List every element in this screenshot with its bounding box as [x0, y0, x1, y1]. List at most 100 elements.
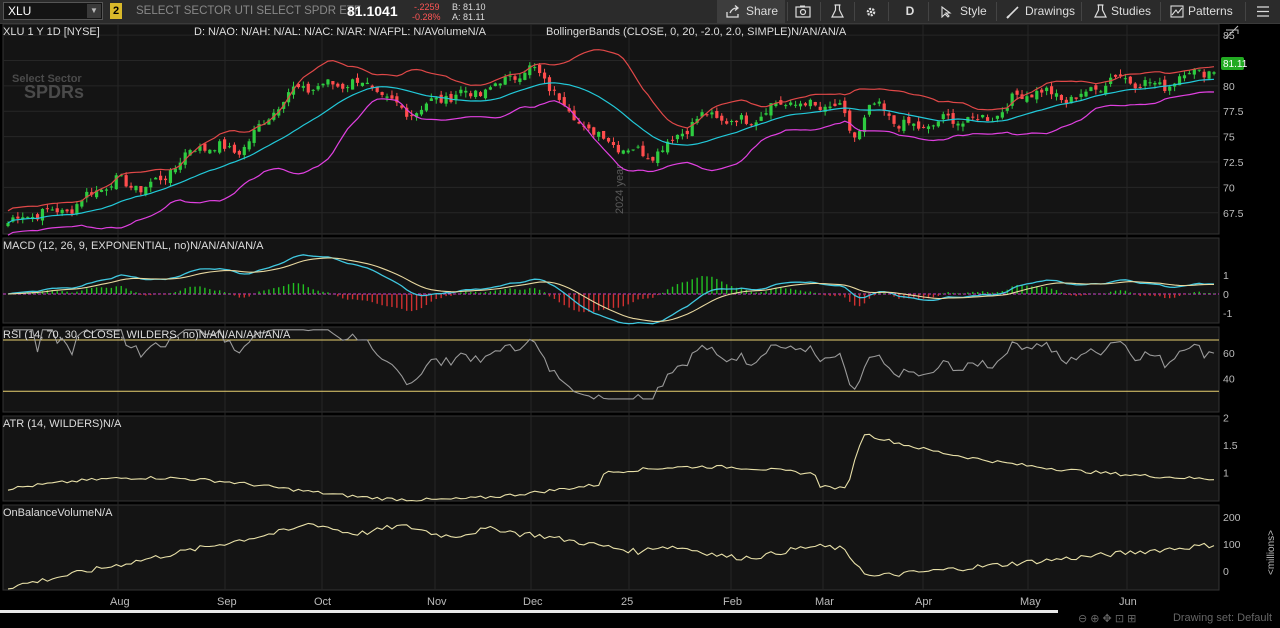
symbol-selector[interactable]: ▼ — [3, 2, 103, 20]
candle-body — [651, 156, 655, 161]
candle-body — [139, 186, 143, 193]
candle-body — [16, 216, 20, 219]
beaker-icon — [1094, 4, 1107, 18]
zoom-icons[interactable]: ⊖ ⊕ ✥ ⊡ ⊞ — [1078, 612, 1136, 625]
candle-body — [803, 103, 808, 106]
gear-icon — [866, 7, 876, 17]
candle-body — [523, 72, 527, 80]
candle-body — [1133, 83, 1137, 89]
candle-body — [1128, 76, 1132, 84]
settings-button[interactable] — [858, 0, 884, 23]
candle-body — [247, 141, 251, 150]
x-axis-label: Jun — [1119, 596, 1137, 608]
snapshot-button[interactable] — [790, 0, 816, 23]
candle-body — [670, 139, 675, 141]
year-marker: 2024 year — [614, 165, 626, 214]
candle-body — [597, 132, 601, 137]
candle-body — [981, 114, 985, 118]
candle-body — [926, 126, 931, 129]
candle-body — [907, 116, 911, 124]
x-axis-label: Mar — [815, 596, 834, 608]
price-panel[interactable] — [2, 24, 1220, 235]
candle-body — [848, 110, 852, 131]
candle-body — [375, 87, 379, 92]
menu-button[interactable] — [1252, 0, 1276, 23]
candle-body — [917, 121, 921, 129]
macd-y-tick: -1 — [1223, 308, 1232, 320]
candle-body — [469, 93, 473, 97]
candle-body — [444, 95, 448, 104]
candle-body — [129, 185, 133, 188]
drawings-button[interactable]: Drawings — [1003, 0, 1077, 23]
candle-body — [429, 98, 433, 102]
patterns-button[interactable]: Patterns — [1168, 0, 1234, 23]
candle-body — [321, 83, 325, 86]
candle-body — [326, 79, 330, 85]
bid-price: B: 81.10 — [452, 2, 486, 12]
candle-body — [1064, 99, 1068, 104]
candle-body — [951, 113, 955, 124]
style-button[interactable]: Style — [934, 0, 992, 23]
candle-body — [818, 106, 822, 110]
candle-body — [611, 142, 616, 146]
atr-panel[interactable] — [2, 415, 1220, 502]
price-panel-title: XLU 1 Y 1D [NYSE] — [3, 26, 100, 38]
candle-body — [252, 129, 256, 143]
candle-body — [798, 103, 803, 107]
candle-body — [365, 82, 369, 85]
pencil-icon — [1006, 6, 1019, 19]
chart-area[interactable]: Select Sector SPDRs 2024 year 8582.58077… — [0, 24, 1280, 614]
candle-body — [65, 209, 69, 212]
candle-body — [1168, 86, 1172, 91]
candle-body — [360, 82, 365, 86]
atr-y-tick: 1 — [1223, 467, 1229, 479]
candle-body — [410, 115, 414, 117]
symbol-input[interactable] — [8, 4, 88, 18]
aggregation-button[interactable]: D — [897, 0, 923, 23]
patterns-icon — [1170, 5, 1184, 18]
candle-body — [508, 75, 512, 77]
candle-body — [301, 86, 305, 88]
candle-body — [1202, 71, 1206, 78]
candle-body — [956, 123, 960, 126]
price-y-tick: 70 — [1223, 182, 1235, 194]
candle-body — [764, 113, 768, 115]
candle-body — [513, 76, 517, 80]
x-axis-label: May — [1020, 596, 1041, 608]
candle-body — [675, 134, 680, 140]
candle-body — [1143, 80, 1147, 86]
link-group-badge[interactable]: 2 — [110, 3, 122, 19]
candle-body — [843, 100, 847, 114]
patterns-label: Patterns — [1188, 4, 1233, 18]
candle-body — [646, 158, 650, 160]
studies-button[interactable]: Studies — [1091, 0, 1153, 23]
horizontal-scrollbar[interactable] — [0, 610, 1058, 613]
candle-body — [985, 117, 990, 121]
flask-button[interactable] — [824, 0, 850, 23]
cursor-icon — [941, 6, 952, 18]
candle-body — [104, 189, 109, 191]
obv-y-tick: 200 — [1223, 512, 1241, 524]
candle-body — [857, 131, 862, 140]
obv-panel[interactable] — [2, 504, 1220, 591]
chevron-down-icon[interactable]: ▼ — [87, 4, 101, 18]
share-button[interactable]: Share — [717, 0, 785, 23]
candle-body — [518, 78, 522, 82]
price-y-tick: 72.5 — [1223, 157, 1244, 169]
atr-y-tick: 2 — [1223, 412, 1229, 424]
candle-body — [1054, 93, 1059, 97]
candle-body — [789, 102, 793, 105]
candle-body — [931, 125, 936, 127]
candle-body — [213, 150, 217, 152]
candle-body — [626, 150, 630, 153]
candle-body — [808, 99, 812, 107]
candle-body — [464, 90, 468, 93]
candle-body — [154, 177, 158, 180]
macd-y-tick: 0 — [1223, 289, 1229, 301]
candle-body — [1059, 94, 1064, 101]
candle-body — [218, 141, 222, 153]
candle-body — [503, 76, 507, 85]
candle-body — [306, 83, 310, 93]
candle-body — [587, 124, 591, 129]
candle-body — [1035, 90, 1039, 100]
